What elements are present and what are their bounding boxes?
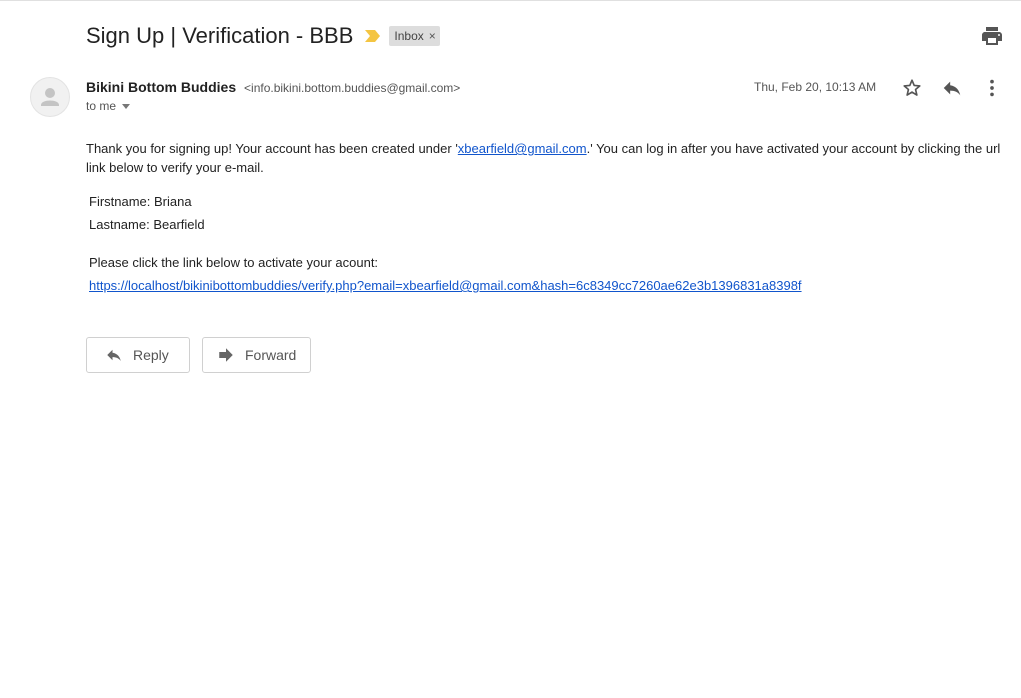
- person-icon: [41, 88, 59, 106]
- star-icon[interactable]: [901, 77, 923, 99]
- remove-label-button[interactable]: ×: [429, 29, 436, 43]
- reply-icon: [107, 349, 121, 361]
- important-marker-icon[interactable]: [365, 29, 381, 43]
- chevron-down-icon: [122, 103, 131, 109]
- recipient-details-toggle[interactable]: to me: [86, 99, 131, 113]
- intro-text-start: Thank you for signing up! Your account h…: [86, 141, 458, 156]
- reply-button-label: Reply: [133, 347, 169, 363]
- forward-icon: [219, 348, 233, 362]
- account-email-link[interactable]: xbearfield@gmail.com: [458, 141, 587, 156]
- email-subject: Sign Up | Verification - BBB: [86, 23, 354, 48]
- forward-button-label: Forward: [245, 347, 297, 363]
- message-intro: Thank you for signing up! Your account h…: [86, 139, 1006, 177]
- recipient-label: to me: [86, 99, 117, 113]
- more-vertical-icon[interactable]: [981, 77, 1003, 99]
- reply-button[interactable]: Reply: [86, 337, 190, 373]
- print-icon[interactable]: [980, 24, 1004, 48]
- sender-line: Bikini Bottom Buddies <info.bikini.botto…: [86, 79, 460, 95]
- label-chip-text: Inbox: [394, 29, 424, 43]
- sender-email: <info.bikini.bottom.buddies@gmail.com>: [244, 81, 461, 95]
- sender-name[interactable]: Bikini Bottom Buddies: [86, 79, 236, 95]
- forward-button[interactable]: Forward: [202, 337, 311, 373]
- activate-prompt: Please click the link below to activate …: [89, 255, 379, 270]
- lastname-field: Lastname: Bearfield: [89, 217, 205, 232]
- firstname-field: Firstname: Briana: [89, 194, 192, 209]
- subject-row: Sign Up | Verification - BBB Inbox ×: [86, 19, 440, 53]
- top-divider: [0, 0, 1021, 1]
- message-date: Thu, Feb 20, 10:13 AM: [754, 80, 877, 94]
- sender-avatar[interactable]: [30, 77, 70, 117]
- verify-link[interactable]: https://localhost/bikinibottombuddies/ve…: [89, 278, 802, 293]
- inbox-label-chip: Inbox ×: [389, 26, 440, 46]
- reply-icon[interactable]: [941, 77, 963, 99]
